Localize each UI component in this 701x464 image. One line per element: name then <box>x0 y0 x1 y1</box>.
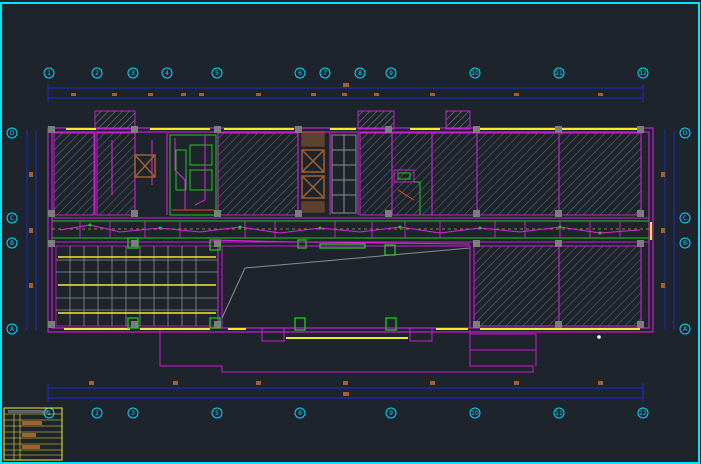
entrance-extension <box>159 327 537 373</box>
axis-label: A <box>10 326 15 333</box>
drawing-frame <box>0 2 700 464</box>
axis-label: 3 <box>131 410 135 417</box>
lower-left-yellow-runs <box>58 256 216 314</box>
axis-bubble-top: 9 <box>385 67 397 79</box>
axis-label: 1 <box>47 70 51 77</box>
axis-bubble-top: 2 <box>91 67 103 79</box>
axis-label: 8 <box>358 70 362 77</box>
axis-label: 12 <box>639 410 647 417</box>
axis-bubble-bottom: 10 <box>469 407 481 419</box>
lower-left-grid-room <box>55 245 219 327</box>
axis-label: 6 <box>298 70 302 77</box>
axis-bubble-bottom: 12 <box>637 407 649 419</box>
survey-point <box>597 335 601 339</box>
axis-label: B <box>683 240 687 247</box>
axis-bubble-top: 6 <box>294 67 306 79</box>
axis-label: 2 <box>95 70 99 77</box>
axis-bubble-right: D <box>679 127 691 139</box>
axis-bubble-top: 8 <box>354 67 366 79</box>
axis-label: 5 <box>215 70 219 77</box>
elevator-shafts <box>301 131 325 213</box>
axis-bubbles-bottom: 1 2 3 5 6 9 10 11 12 <box>43 407 649 419</box>
axis-bubble-bottom: 3 <box>127 407 139 419</box>
axis-label: 11 <box>555 70 563 77</box>
pipe-runs <box>59 224 641 245</box>
cad-floor-plan: 1 2 3 4 5 6 7 8 9 10 11 12 1 2 3 5 6 9 10 11 12 DCBA DCBA <box>0 2 700 464</box>
axis-label: 9 <box>389 70 393 77</box>
axis-bubble-top: 10 <box>469 67 481 79</box>
equipment-room-left <box>169 134 217 216</box>
stair-core <box>331 134 357 214</box>
axis-label: 12 <box>639 70 647 77</box>
top-dimension-tags <box>71 83 603 96</box>
axis-label: 6 <box>298 410 302 417</box>
axis-bubble-top: 12 <box>637 67 649 79</box>
axis-bubble-top: 5 <box>211 67 223 79</box>
axis-bubble-right: C <box>679 212 691 224</box>
axis-label: C <box>683 215 687 222</box>
axis-bubble-top: 7 <box>319 67 331 79</box>
axis-bubble-left: C <box>6 212 18 224</box>
axis-bubble-bottom: 6 <box>294 407 306 419</box>
axis-bubble-left: B <box>6 237 18 249</box>
axis-bubble-right: A <box>679 323 691 335</box>
axis-bubble-top: 3 <box>127 67 139 79</box>
axis-label: 4 <box>165 70 169 77</box>
axis-label: 2 <box>95 410 99 417</box>
axis-label: C <box>10 215 14 222</box>
axis-label: 7 <box>323 70 327 77</box>
axis-bubble-top: 11 <box>553 67 565 79</box>
axis-bubble-bottom: 11 <box>553 407 565 419</box>
axis-bubble-top: 1 <box>43 67 55 79</box>
axis-bubble-left: A <box>6 323 18 335</box>
axis-bubble-top: 4 <box>161 67 173 79</box>
axis-label: 10 <box>471 70 479 77</box>
axis-bubble-right: B <box>679 237 691 249</box>
axis-bubble-bottom: 9 <box>385 407 397 419</box>
axis-label: 10 <box>471 410 479 417</box>
axis-label: D <box>683 130 688 137</box>
axis-label: A <box>683 326 688 333</box>
axis-bubbles-left: D C B A <box>6 127 18 335</box>
top-stair-blocks <box>94 110 471 130</box>
axis-bubble-bottom: 2 <box>91 407 103 419</box>
axis-bubble-left: D <box>6 127 18 139</box>
axis-label: 3 <box>131 70 135 77</box>
axis-label: 5 <box>215 410 219 417</box>
axis-bubbles-top: 1 2 3 4 5 6 7 8 9 10 11 12 <box>43 67 649 79</box>
axis-label: D <box>10 130 15 137</box>
axis-label: B <box>10 240 14 247</box>
axis-bubbles-right: D C B A <box>679 127 691 335</box>
axis-label: 9 <box>389 410 393 417</box>
central-hall <box>221 245 471 329</box>
axis-label: 11 <box>555 410 563 417</box>
axis-bubble-bottom: 5 <box>211 407 223 419</box>
